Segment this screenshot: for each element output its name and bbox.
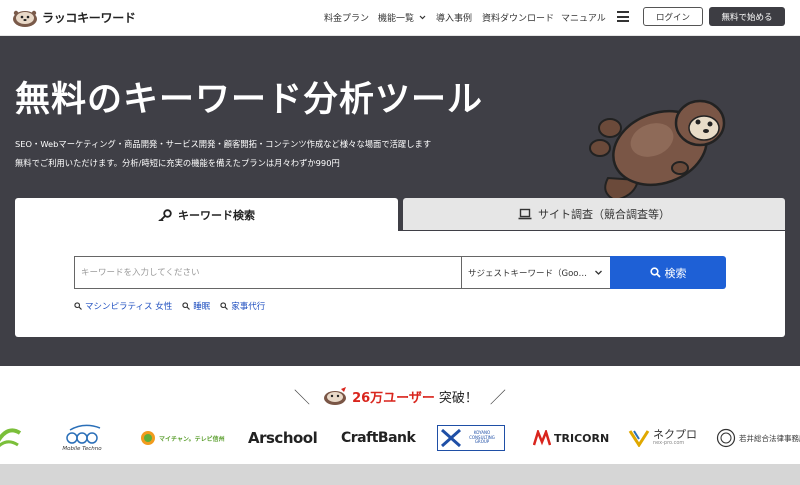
client-logo-wakai-law: 若井総合法律事務所 bbox=[716, 418, 800, 458]
logo-text: TRICORN bbox=[554, 431, 610, 445]
tab-site-research-label: サイト調査（競合調査等） bbox=[538, 208, 670, 221]
otter-mascot-illustration bbox=[589, 99, 726, 202]
client-logo-partial bbox=[0, 418, 22, 458]
hero-subtitle-2: 無料でご利用いただけます。分析/時短に充実の機能を備えたプランは月々わずか990… bbox=[15, 158, 340, 168]
search-mode-value: サジェストキーワード（Google） bbox=[468, 268, 592, 279]
start-free-button[interactable]: 無料で始める bbox=[709, 7, 785, 26]
logo-subtext: nex-pro.com bbox=[653, 440, 685, 447]
search-icon bbox=[649, 267, 661, 278]
nav-downloads[interactable]: 資料ダウンロード bbox=[482, 11, 554, 24]
key-icon bbox=[158, 209, 172, 221]
user-count-suffix: 突破！ bbox=[438, 390, 478, 406]
suggest-link[interactable]: 家事代行 bbox=[220, 300, 265, 312]
client-logo-mobile-techno: Mobile Techno bbox=[62, 418, 102, 458]
search-button-label: 検索 bbox=[664, 266, 687, 280]
logo-text: ラッコキーワード bbox=[42, 10, 136, 25]
otter-logo-icon bbox=[13, 10, 37, 27]
tab-keyword-search-label: キーワード検索 bbox=[178, 209, 255, 222]
decor-slash: ＼ bbox=[294, 388, 311, 407]
keyword-search-input[interactable] bbox=[74, 256, 463, 289]
client-logo-tricorn: TRICORN bbox=[533, 418, 609, 458]
site-header: ラッコキーワード 料金プラン 機能一覧 導入事例 資料ダウンロード マニュアル … bbox=[0, 0, 800, 36]
tab-keyword-search[interactable]: キーワード検索 bbox=[15, 198, 398, 232]
client-logo-mychan: マイチャン。テレビ信州 bbox=[140, 418, 225, 458]
nav-case-studies[interactable]: 導入事例 bbox=[436, 11, 472, 24]
search-panel: サジェストキーワード（Google） 検索 マシンピラティス 女性 睡眠 家事代… bbox=[15, 231, 785, 337]
client-logos: Mobile Techno マイチャン。テレビ信州 Arschool Craft… bbox=[0, 418, 800, 458]
client-logo-nexpro: ネクプロ nex-pro.com bbox=[628, 418, 697, 458]
user-count: 26万ユーザー bbox=[352, 390, 435, 406]
otter-icon bbox=[324, 387, 347, 405]
chevron-down-icon bbox=[419, 15, 426, 20]
search-mode-select[interactable]: サジェストキーワード（Google） bbox=[461, 256, 611, 289]
hero-title: 無料のキーワード分析ツール bbox=[15, 80, 484, 120]
nav-manual[interactable]: マニュアル bbox=[561, 11, 606, 24]
suggest-label: マシンピラティス 女性 bbox=[85, 302, 173, 312]
login-button[interactable]: ログイン bbox=[643, 7, 703, 26]
search-icon bbox=[74, 302, 82, 310]
hero-subtitle-1: SEO・Webマーケティング・商品開発・サービス開発・顧客開拓・コンテンツ作成な… bbox=[15, 139, 432, 149]
nav-features[interactable]: 機能一覧 bbox=[378, 11, 426, 24]
client-logo-arschool: Arschool bbox=[248, 418, 318, 458]
search-button[interactable]: 検索 bbox=[610, 256, 726, 289]
decor-slash: ／ bbox=[489, 388, 506, 407]
suggest-label: 睡眠 bbox=[193, 302, 211, 312]
client-logo-koyano: KOYANO CONSULTING GROUP bbox=[437, 418, 505, 458]
suggest-link[interactable]: 睡眠 bbox=[182, 300, 210, 312]
logo-text: マイチャン。テレビ信州 bbox=[159, 435, 225, 443]
search-icon bbox=[182, 302, 191, 310]
client-logo-craftbank: CraftBank bbox=[341, 418, 416, 458]
user-count-section: ＼ 26万ユーザー 突破！ ／ Mobile Techno マイチャン。テレビ信… bbox=[0, 366, 800, 464]
chevron-down-icon bbox=[595, 270, 602, 275]
logo-text: Arschool bbox=[248, 429, 318, 447]
search-icon bbox=[220, 302, 229, 310]
hero-section: 無料のキーワード分析ツール SEO・Webマーケティング・商品開発・サービス開発… bbox=[0, 36, 800, 366]
tab-site-research[interactable]: サイト調査（競合調査等） bbox=[403, 198, 785, 230]
site-logo[interactable]: ラッコキーワード bbox=[12, 6, 136, 28]
menu-icon[interactable] bbox=[617, 11, 629, 22]
suggested-keywords: マシンピラティス 女性 睡眠 家事代行 bbox=[74, 300, 275, 312]
logo-text: 若井総合法律事務所 bbox=[739, 433, 800, 443]
nav-features-label: 機能一覧 bbox=[378, 14, 415, 24]
nav-pricing[interactable]: 料金プラン bbox=[324, 11, 369, 24]
suggest-link[interactable]: マシンピラティス 女性 bbox=[74, 300, 172, 312]
next-section-strip bbox=[0, 464, 800, 485]
user-count-heading: ＼ 26万ユーザー 突破！ ／ bbox=[0, 384, 800, 408]
logo-text: KOYANO CONSULTING GROUP bbox=[469, 429, 495, 445]
logo-text: CraftBank bbox=[341, 430, 416, 446]
laptop-icon bbox=[518, 208, 532, 220]
logo-text: Mobile Techno bbox=[62, 446, 102, 452]
suggest-label: 家事代行 bbox=[231, 302, 266, 312]
